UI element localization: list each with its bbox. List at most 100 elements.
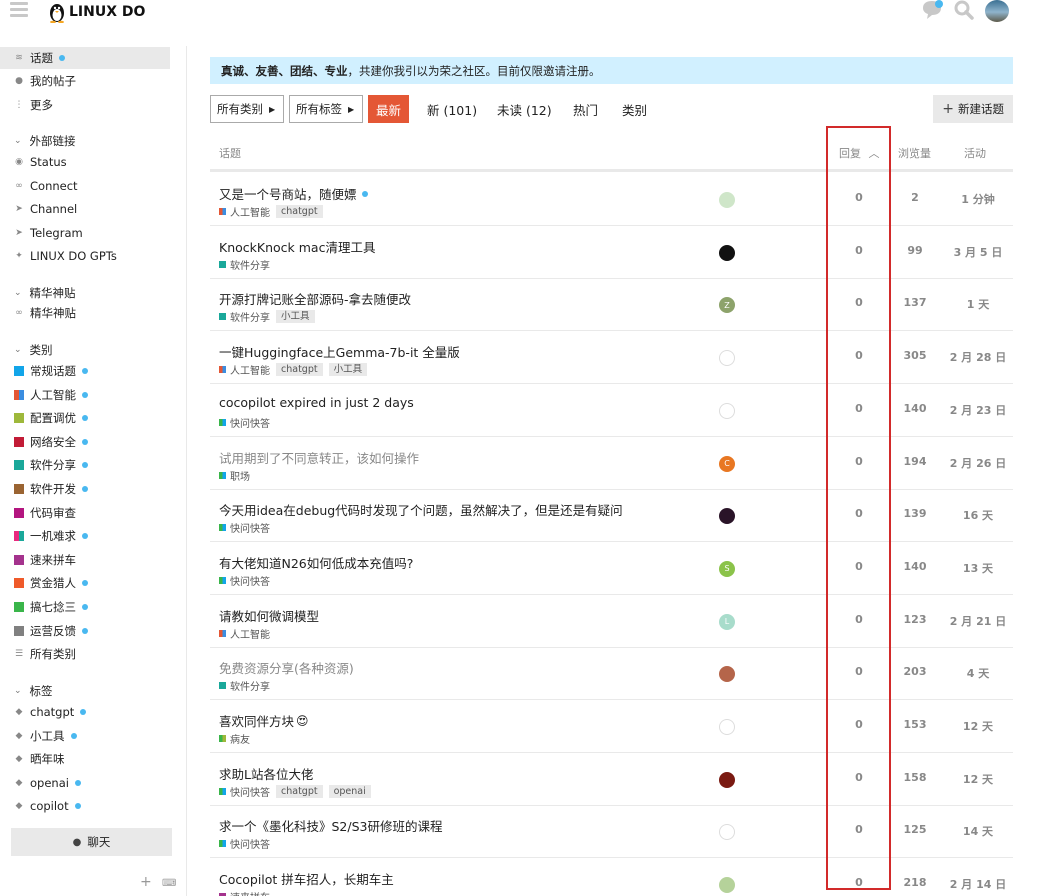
last-activity[interactable]: 2 月 23 日: [948, 402, 1008, 418]
sidebar-item-tag[interactable]: ◆ chatgpt: [0, 701, 170, 723]
last-activity[interactable]: 12 天: [948, 771, 1008, 787]
reply-count[interactable]: 0: [839, 665, 879, 678]
table-row[interactable]: 开源打牌记账全部源码-拿去随便改 软件分享 小工具 Z 0 137 1 天: [210, 278, 1013, 332]
sidebar-item-external-link[interactable]: ◉ Status: [0, 151, 170, 173]
category-link[interactable]: 人工智能: [230, 204, 270, 219]
topic-title[interactable]: 喜欢同伴方块 😍: [219, 711, 309, 730]
category-link[interactable]: 快问快答: [230, 415, 270, 430]
category-link[interactable]: 人工智能: [230, 362, 270, 377]
poster-avatar[interactable]: [719, 244, 735, 261]
topic-title[interactable]: 请教如何微调模型: [219, 606, 319, 625]
category-link[interactable]: 职场: [230, 468, 250, 483]
section-header-categories[interactable]: ⌄ 类别: [14, 342, 53, 358]
reply-count[interactable]: 0: [839, 244, 879, 257]
sidebar-item-category[interactable]: 一机难求: [0, 525, 170, 547]
sidebar-item-category[interactable]: 软件开发: [0, 478, 170, 500]
tag-dropdown[interactable]: 所有标签 ▶: [289, 95, 364, 123]
topic-title-text[interactable]: 求一个《墨化科技》S2/S3研修班的课程: [219, 816, 443, 835]
section-header-featured[interactable]: ⌄ 精华神贴: [14, 285, 76, 301]
category-link[interactable]: 快问快答: [230, 520, 270, 535]
table-row[interactable]: KnockKnock mac清理工具 软件分享 0 99 3 月 5 日: [210, 226, 1013, 279]
last-activity[interactable]: 14 天: [948, 823, 1008, 839]
poster-avatar[interactable]: [719, 666, 735, 683]
reply-count[interactable]: 0: [839, 191, 879, 204]
table-row[interactable]: Cocopilot 拼车招人，长期车主速来拼车 0 218 2 月 14 日: [210, 858, 1013, 896]
poster-avatar[interactable]: [719, 824, 735, 841]
poster-avatar[interactable]: [719, 402, 735, 419]
poster-avatar[interactable]: [719, 350, 735, 367]
last-activity[interactable]: 1 分钟: [948, 191, 1008, 207]
topic-title-text[interactable]: KnockKnock mac清理工具: [219, 237, 375, 256]
topic-title[interactable]: 免费资源分享(各种资源): [219, 658, 354, 677]
category-link[interactable]: 病友: [230, 731, 250, 746]
sidebar-item-category[interactable]: 常规话题: [0, 360, 170, 382]
tab-unread[interactable]: 未读 (12): [497, 95, 552, 123]
sidebar-item-category[interactable]: 网络安全: [0, 431, 170, 453]
sidebar-item-more[interactable]: ⋮ 更多: [0, 94, 170, 116]
site-logo[interactable]: LINUX DO: [47, 0, 145, 24]
sidebar-item-tag[interactable]: ◆ openai: [0, 772, 170, 794]
tag-badge[interactable]: 小工具: [276, 310, 315, 324]
topic-title-text[interactable]: 又是一个号商站，随便嫖: [219, 184, 357, 203]
tab-hot[interactable]: 热门: [573, 95, 598, 123]
tag-badge[interactable]: chatgpt: [276, 363, 323, 377]
tab-categories[interactable]: 类别: [622, 95, 647, 123]
sidebar-item-external-link[interactable]: ∞ Connect: [0, 175, 170, 197]
poster-avatar[interactable]: [719, 192, 735, 208]
reply-count[interactable]: 0: [839, 718, 879, 731]
reply-count[interactable]: 0: [839, 560, 879, 573]
sidebar-item-tag[interactable]: ◆ 小工具: [0, 725, 170, 747]
reply-count[interactable]: 0: [839, 613, 879, 626]
chat-button[interactable]: ● 聊天: [11, 828, 172, 856]
topic-title[interactable]: 试用期到了不同意转正，该如何操作: [219, 448, 419, 467]
poster-avatar[interactable]: S: [719, 560, 735, 577]
keyboard-icon[interactable]: ⌨: [162, 878, 176, 889]
sidebar-item-category[interactable]: 代码审查: [0, 502, 170, 524]
tag-badge[interactable]: chatgpt: [276, 784, 323, 798]
sidebar-item-tag[interactable]: ◆ 晒年味: [0, 748, 170, 770]
topic-title-text[interactable]: Cocopilot 拼车招人，长期车主: [219, 869, 394, 888]
table-row[interactable]: 有大佬知道N26如何低成本充值吗? 快问快答 S 0 140 13 天: [210, 542, 1013, 595]
last-activity[interactable]: 1 天: [948, 296, 1008, 312]
column-header-activity[interactable]: 活动: [964, 145, 986, 161]
category-link[interactable]: 软件分享: [230, 678, 270, 693]
column-header-views[interactable]: 浏览量: [898, 145, 931, 161]
topic-title[interactable]: 求助L站各位大佬: [219, 764, 313, 783]
category-link[interactable]: 快问快答: [230, 784, 270, 799]
poster-avatar[interactable]: [719, 719, 735, 735]
poster-avatar[interactable]: C: [719, 455, 735, 472]
last-activity[interactable]: 2 月 21 日: [948, 613, 1008, 629]
sidebar-item-external-link[interactable]: ➤ Telegram: [0, 222, 170, 244]
hamburger-icon[interactable]: [10, 2, 28, 18]
topic-title-text[interactable]: 请教如何微调模型: [219, 606, 319, 625]
topic-title[interactable]: 又是一个号商站，随便嫖: [219, 184, 368, 203]
poster-avatar[interactable]: L: [719, 613, 735, 630]
last-activity[interactable]: 12 天: [948, 718, 1008, 734]
table-row[interactable]: 今天用idea在debug代码时发现了个问题，虽然解决了，但是还是有疑问 快问快答…: [210, 489, 1013, 543]
topic-title-text[interactable]: cocopilot expired in just 2 days: [219, 395, 414, 410]
last-activity[interactable]: 2 月 28 日: [948, 349, 1008, 365]
topic-title-text[interactable]: 试用期到了不同意转正，该如何操作: [219, 448, 419, 467]
last-activity[interactable]: 2 月 26 日: [948, 455, 1008, 471]
topic-title[interactable]: 有大佬知道N26如何低成本充值吗?: [219, 553, 413, 572]
last-activity[interactable]: 3 月 5 日: [948, 244, 1008, 260]
user-avatar[interactable]: [985, 0, 1009, 22]
reply-count[interactable]: 0: [839, 349, 879, 362]
topic-title[interactable]: KnockKnock mac清理工具: [219, 237, 375, 256]
last-activity[interactable]: 16 天: [948, 507, 1008, 523]
sidebar-item-category[interactable]: 人工智能: [0, 384, 170, 406]
topic-title[interactable]: 一键Huggingface上Gemma-7b-it 全量版: [219, 342, 460, 361]
table-row[interactable]: 求助L站各位大佬 快问快答 chatgpt openai 0 158 12 天: [210, 753, 1013, 806]
sidebar-item-category[interactable]: 运营反馈: [0, 620, 170, 642]
topic-title-text[interactable]: 喜欢同伴方块: [219, 711, 294, 730]
reply-count[interactable]: 0: [839, 823, 879, 836]
sidebar-item-my-posts[interactable]: ● 我的帖子: [0, 70, 170, 92]
reply-count[interactable]: 0: [839, 507, 879, 520]
category-link[interactable]: 快问快答: [230, 573, 270, 588]
category-link[interactable]: 人工智能: [230, 626, 270, 641]
table-row[interactable]: cocopilot expired in just 2 days 快问快答 0 140…: [210, 384, 1013, 437]
sidebar-item-category[interactable]: 配置调优: [0, 407, 170, 429]
tag-badge[interactable]: openai: [328, 784, 371, 798]
last-activity[interactable]: 2 月 14 日: [948, 876, 1008, 892]
sidebar-item-category[interactable]: 软件分享: [0, 454, 170, 476]
